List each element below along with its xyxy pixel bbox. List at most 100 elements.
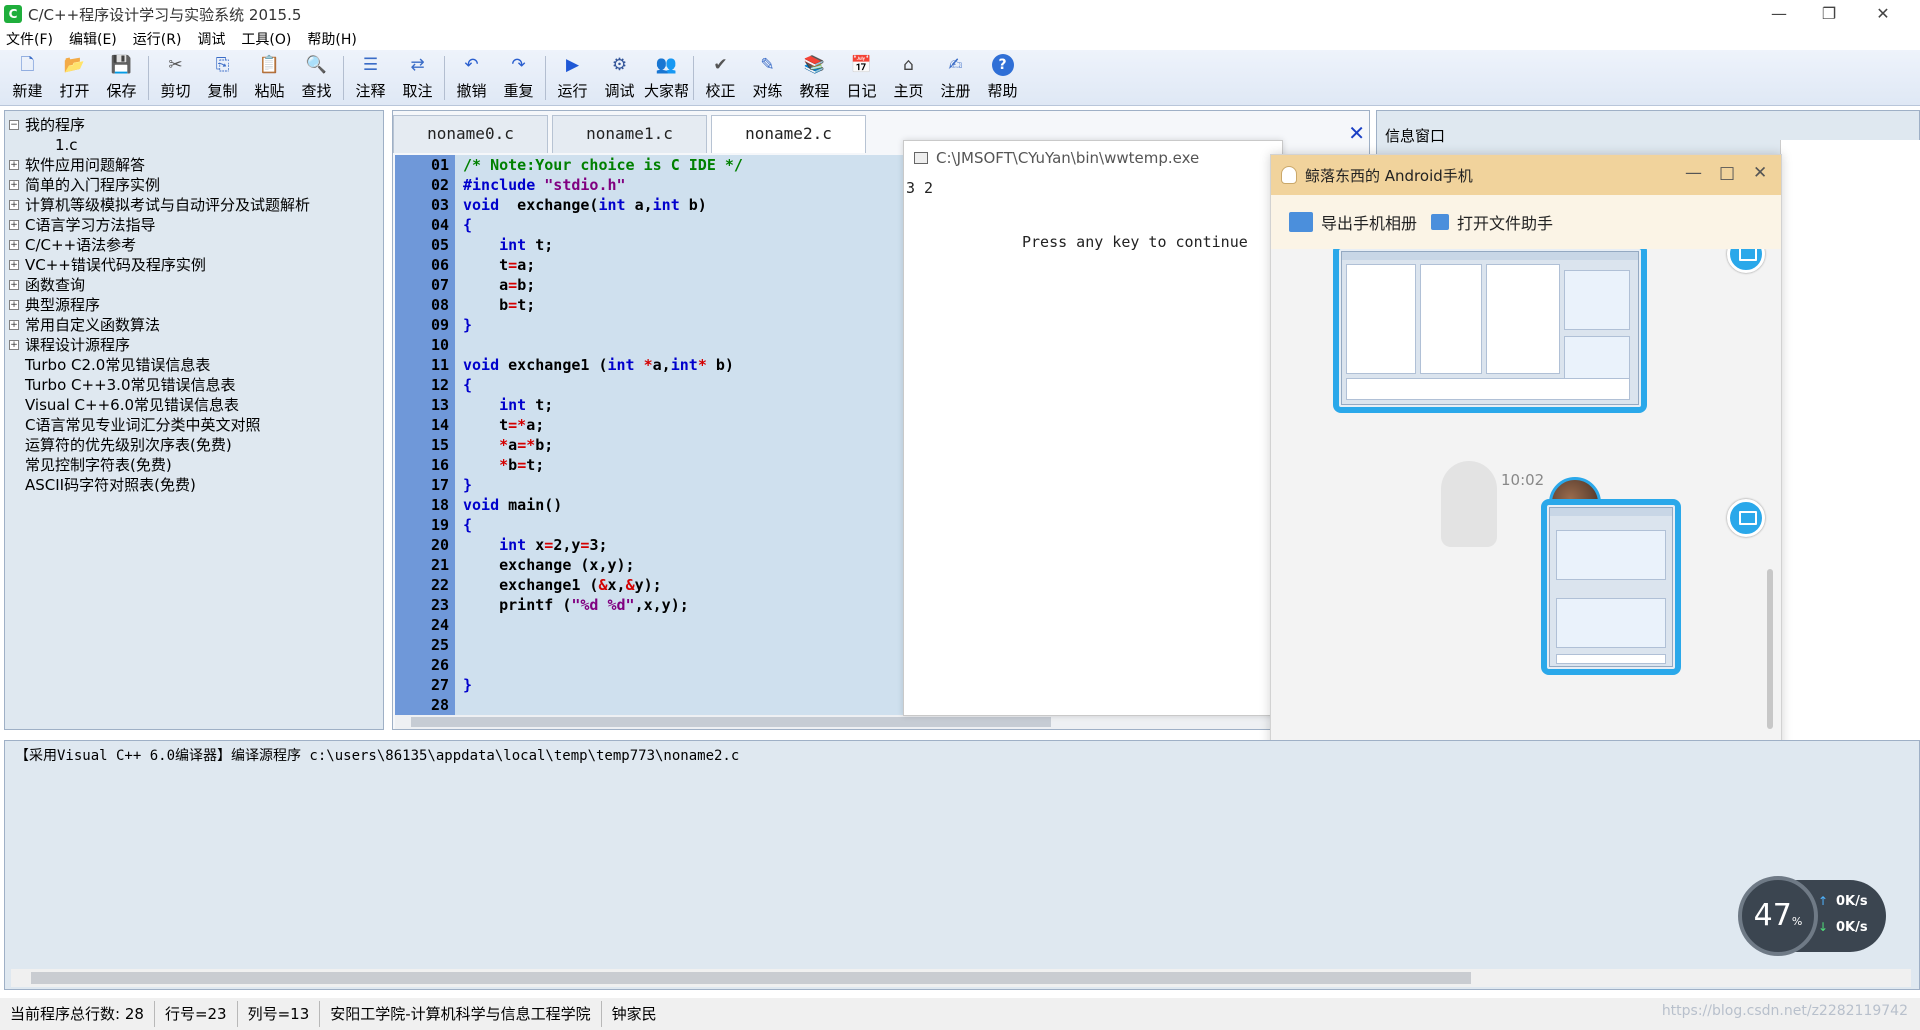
tree-item[interactable]: Visual C++6.0常见错误信息表 bbox=[5, 395, 383, 415]
toolbar-button[interactable]: ⎘ 复制 bbox=[199, 50, 246, 104]
chat-window: 鲸落东西的 Android手机 — □ ✕ 导出手机相册 打开文件助手 10:0… bbox=[1270, 154, 1782, 800]
toolbar-button[interactable]: ↷ 重复 bbox=[495, 50, 542, 104]
gauge-percent: 47 bbox=[1753, 898, 1792, 933]
editor-tab[interactable]: noname1.c bbox=[552, 115, 707, 153]
toolbar-button[interactable]: 🔍 查找 bbox=[293, 50, 340, 104]
menu-item[interactable]: 文件(F) bbox=[6, 29, 53, 49]
toolbar-button-label: 重复 bbox=[503, 82, 534, 100]
scrollbar-thumb[interactable] bbox=[31, 972, 1471, 984]
editor-tab[interactable]: noname0.c bbox=[393, 115, 548, 153]
toolbar-button[interactable]: ⚙ 调试 bbox=[596, 50, 643, 104]
editor-horizontal-scrollbar[interactable] bbox=[395, 715, 1365, 729]
toolbar-button[interactable]: ✍ 注册 bbox=[932, 50, 979, 104]
tree-item-label: 软件应用问题解答 bbox=[25, 156, 146, 174]
tree-expander-icon[interactable]: + bbox=[9, 240, 19, 250]
toolbar-button[interactable]: ✔ 校正 bbox=[697, 50, 744, 104]
code-token: "%d %d" bbox=[571, 596, 635, 614]
toolbar-button[interactable]: ✎ 对练 bbox=[744, 50, 791, 104]
tree-item[interactable]: + 简单的入门程序实例 bbox=[5, 175, 383, 195]
chat-scrollbar[interactable] bbox=[1767, 569, 1773, 729]
toolbar-button[interactable]: ▶ 运行 bbox=[549, 50, 596, 104]
menu-item[interactable]: 运行(R) bbox=[133, 29, 182, 49]
tree-expander-icon[interactable]: + bbox=[9, 300, 19, 310]
tree-expander-icon[interactable]: + bbox=[9, 320, 19, 330]
code-token: a bbox=[508, 436, 518, 454]
tree-item[interactable]: C语言常见专业词汇分类中英文对照 bbox=[5, 415, 383, 435]
tree-item-label: 常见控制字符表(免费) bbox=[25, 456, 172, 474]
export-album-label: 导出手机相册 bbox=[1321, 214, 1418, 233]
toolbar-button[interactable]: 💾 保存 bbox=[98, 50, 145, 104]
output-horizontal-scrollbar[interactable] bbox=[11, 969, 1911, 987]
tree-expander-icon[interactable]: + bbox=[9, 180, 19, 190]
scrollbar-thumb[interactable] bbox=[411, 717, 1051, 727]
toolbar-button[interactable]: ? 帮助 bbox=[979, 50, 1026, 104]
compile-output-text: 【采用Visual C++ 6.0编译器】编译源程序 c:\users\8613… bbox=[15, 748, 740, 764]
menu-item[interactable]: 帮助(H) bbox=[307, 29, 356, 49]
tree-item[interactable]: 常见控制字符表(免费) bbox=[5, 455, 383, 475]
console-window[interactable]: C:\JMSOFT\CYuYan\bin\wwtemp.exe 3 2 Pres… bbox=[903, 140, 1283, 716]
toolbar-button[interactable]: 📋 粘贴 bbox=[246, 50, 293, 104]
tree-item[interactable]: + 软件应用问题解答 bbox=[5, 155, 383, 175]
tree-expander-icon[interactable]: + bbox=[9, 160, 19, 170]
message-time: 10:02 bbox=[1501, 471, 1545, 489]
chat-maximize-button[interactable]: □ bbox=[1719, 163, 1735, 183]
menu-item[interactable]: 编辑(E) bbox=[69, 29, 117, 49]
restore-button[interactable]: ❐ bbox=[1806, 0, 1852, 28]
tree-item[interactable]: + 计算机等级模拟考试与自动评分及试题解析 bbox=[5, 195, 383, 215]
export-album-button[interactable]: 导出手机相册 bbox=[1289, 210, 1417, 234]
toolbar-button[interactable]: ↶ 撤销 bbox=[448, 50, 495, 104]
close-button[interactable]: ✕ bbox=[1860, 0, 1906, 28]
close-tab-icon[interactable]: ✕ bbox=[1348, 121, 1365, 145]
tree-item[interactable]: 1.c bbox=[5, 135, 383, 155]
chat-minimize-button[interactable]: — bbox=[1685, 163, 1702, 183]
toolbar-button[interactable]: ⇄ 取注 bbox=[394, 50, 441, 104]
tree-item[interactable]: + 函数查询 bbox=[5, 275, 383, 295]
tree-item[interactable]: ASCII码字符对照表(免费) bbox=[5, 475, 383, 495]
tree-item[interactable]: Turbo C++3.0常见错误信息表 bbox=[5, 375, 383, 395]
tree-item[interactable]: + 常用自定义函数算法 bbox=[5, 315, 383, 335]
tree-item[interactable]: + 典型源程序 bbox=[5, 295, 383, 315]
toolbar-button[interactable]: 📅 日记 bbox=[838, 50, 885, 104]
tree-expander-icon[interactable]: − bbox=[9, 120, 19, 130]
network-speed-widget[interactable]: 47% ↑ 0K/s ↓ 0K/s bbox=[1738, 876, 1886, 956]
image-message[interactable] bbox=[1541, 499, 1681, 675]
image-message[interactable] bbox=[1333, 249, 1647, 413]
tree-expander-icon[interactable]: + bbox=[9, 220, 19, 230]
line-number: 23 bbox=[430, 596, 449, 614]
menu-item[interactable]: 调试 bbox=[197, 29, 225, 49]
tree-item[interactable]: + VC++错误代码及程序实例 bbox=[5, 255, 383, 275]
tree-item[interactable]: + C语言学习方法指导 bbox=[5, 215, 383, 235]
menu-item[interactable]: 工具(O) bbox=[241, 29, 291, 49]
title-bar: C C/C++程序设计学习与实验系统 2015.5 — ❐ ✕ bbox=[0, 0, 1920, 28]
tree-item[interactable]: + C/C++语法参考 bbox=[5, 235, 383, 255]
toolbar-button[interactable]: 📚 教程 bbox=[791, 50, 838, 104]
toolbar-button-label: 校正 bbox=[705, 82, 736, 100]
toolbar-button[interactable]: ⌂ 主页 bbox=[885, 50, 932, 104]
chat-close-button[interactable]: ✕ bbox=[1753, 163, 1767, 183]
minimize-button[interactable]: — bbox=[1756, 0, 1802, 28]
toolbar-button[interactable]: 📂 打开 bbox=[51, 50, 98, 104]
tree-item[interactable]: − 我的程序 bbox=[5, 115, 383, 135]
col-status: 列号=13 bbox=[238, 1001, 321, 1027]
toolbar-button[interactable]: ✂ 剪切 bbox=[152, 50, 199, 104]
tree-item[interactable]: Turbo C2.0常见错误信息表 bbox=[5, 355, 383, 375]
chat-messages[interactable]: 10:02 bbox=[1271, 249, 1781, 743]
tree-expander-icon[interactable]: + bbox=[9, 260, 19, 270]
toolbar-button[interactable]: 🗋 新建 bbox=[4, 50, 51, 104]
group-help-icon: 👥 bbox=[655, 55, 678, 75]
code-token: t bbox=[463, 256, 509, 274]
editor-tab[interactable]: noname2.c bbox=[711, 115, 866, 153]
toolbar-button[interactable]: ☰ 注释 bbox=[347, 50, 394, 104]
line-number: 05 bbox=[430, 236, 449, 254]
tree-expander-icon[interactable]: + bbox=[9, 280, 19, 290]
tree-expander-icon[interactable]: + bbox=[9, 200, 19, 210]
toolbar-button-label: 教程 bbox=[799, 82, 830, 100]
open-file-assistant-button[interactable]: 打开文件助手 bbox=[1431, 210, 1553, 234]
tree-expander-icon[interactable]: + bbox=[9, 340, 19, 350]
tree-item[interactable]: + 课程设计源程序 bbox=[5, 335, 383, 355]
tree-item[interactable]: 运算符的优先级别次序表(免费) bbox=[5, 435, 383, 455]
code-token: exchange1 ( bbox=[499, 356, 608, 374]
toolbar-button[interactable]: 👥 大家帮 bbox=[643, 50, 690, 104]
help-icon: ? bbox=[991, 54, 1014, 76]
